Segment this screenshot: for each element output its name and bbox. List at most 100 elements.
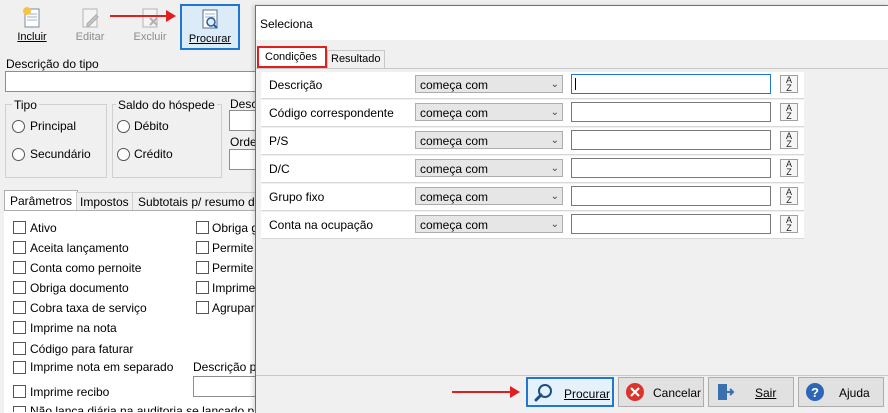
tab-condicoes[interactable]: Condições [257, 46, 327, 68]
imprime-right-checkbox[interactable] [196, 281, 209, 294]
imprime-recibo-checkbox[interactable] [13, 385, 26, 398]
sort-az-icon[interactable]: AZ [780, 215, 798, 233]
imprime-nota-checkbox[interactable] [13, 321, 26, 334]
tab-parametros[interactable]: Parâmetros [4, 190, 78, 211]
chevron-down-icon: ⌄ [550, 135, 559, 146]
descricao-pa-label: Descrição pa [193, 360, 264, 374]
sort-az-icon[interactable]: AZ [780, 187, 798, 205]
red-arrow-dialog [452, 386, 520, 398]
value-input[interactable] [571, 74, 771, 94]
new-document-icon [23, 7, 40, 28]
agrupar-label: Agrupar [212, 301, 255, 315]
magnifier-icon [534, 384, 552, 402]
condition-row: P/S começa com ⌄ AZ [261, 128, 804, 155]
ativo-checkbox[interactable] [13, 221, 26, 234]
descricao-pa-input[interactable] [193, 376, 258, 397]
value-input[interactable] [571, 158, 771, 178]
saldo-debito-label: Débito [134, 119, 169, 133]
sort-az-icon[interactable]: AZ [780, 103, 798, 121]
nao-lanca-label: Não lança diária na auditoria se lançado… [30, 404, 256, 412]
ajuda-button[interactable]: ? Ajuda [798, 377, 884, 407]
sort-az-icon[interactable]: AZ [780, 159, 798, 177]
tab-subtotais[interactable]: Subtotais p/ resumo da [132, 192, 258, 210]
chevron-down-icon: ⌄ [550, 107, 559, 118]
tipo-secundario-radio[interactable] [12, 148, 25, 161]
cobra-taxa-checkbox[interactable] [13, 301, 26, 314]
codigo-faturar-label: Código para faturar [30, 342, 134, 356]
text-caret [575, 78, 576, 90]
condition-row: Conta na ocupação começa com ⌄ AZ [261, 212, 804, 239]
procurar-toolbar-button[interactable]: Procurar [180, 4, 240, 50]
condition-label: Código correspondente [269, 106, 394, 120]
codigo-faturar-checkbox[interactable] [13, 342, 26, 355]
desc-partial-label: Desc [230, 97, 258, 111]
aceita-lancamento-checkbox[interactable] [13, 241, 26, 254]
cancel-icon [626, 383, 644, 401]
edit-document-icon [82, 8, 99, 28]
saldo-credito-label: Crédito [134, 147, 173, 161]
imprime-nota-separado-checkbox[interactable] [13, 361, 26, 374]
sort-az-icon[interactable]: AZ [780, 75, 798, 93]
value-input[interactable] [571, 102, 771, 122]
condition-row: D/C começa com ⌄ AZ [261, 156, 804, 183]
orde-partial-input[interactable] [229, 149, 258, 170]
sair-button[interactable]: Sair [708, 377, 794, 407]
permite-e-checkbox[interactable] [196, 241, 209, 254]
tab-resultado[interactable]: Resultado [327, 50, 385, 68]
chevron-down-icon: ⌄ [550, 163, 559, 174]
procurar-button[interactable]: Procurar [526, 377, 614, 407]
tipo-group [5, 104, 107, 178]
imprime-recibo-label: Imprime recibo [30, 385, 110, 399]
orde-partial-label: Orde [230, 135, 257, 149]
operator-select[interactable]: começa com ⌄ [415, 187, 563, 205]
obriga-g-label: Obriga g [212, 221, 259, 235]
operator-select[interactable]: começa com ⌄ [415, 103, 563, 121]
descricao-tipo-label: Descrição do tipo [6, 57, 99, 71]
chevron-down-icon: ⌄ [550, 219, 559, 230]
editar-button[interactable]: Editar [62, 4, 118, 48]
ativo-label: Ativo [30, 221, 57, 235]
condition-label: Conta na ocupação [269, 218, 374, 232]
agrupar-checkbox[interactable] [196, 301, 209, 314]
seleciona-dialog: Seleciona Condições Resultado Descrição … [255, 5, 888, 413]
main-toolbar: Incluir Editar Excluir Procurar [0, 0, 256, 50]
saldo-label: Saldo do hóspede [116, 98, 217, 112]
cancelar-button[interactable]: Cancelar [618, 377, 704, 407]
cobra-taxa-label: Cobra taxa de serviço [30, 301, 147, 315]
nao-lanca-checkbox[interactable] [13, 406, 26, 412]
conta-pernoite-label: Conta como pernoite [30, 261, 142, 275]
exit-door-icon [718, 384, 735, 400]
tab-impostos[interactable]: Impostos [76, 192, 134, 210]
desc-partial-input[interactable] [229, 110, 258, 131]
dialog-title-bar: Seleciona [256, 6, 888, 40]
condition-row: Descrição começa com ⌄ AZ [261, 72, 804, 99]
obriga-documento-checkbox[interactable] [13, 281, 26, 294]
permite-s-checkbox[interactable] [196, 261, 209, 274]
operator-select[interactable]: começa com ⌄ [415, 131, 563, 149]
obriga-documento-label: Obriga documento [30, 281, 129, 295]
incluir-button[interactable]: Incluir [4, 4, 60, 48]
obriga-g-checkbox[interactable] [196, 221, 209, 234]
chevron-down-icon: ⌄ [550, 79, 559, 90]
sort-az-icon[interactable]: AZ [780, 131, 798, 149]
descricao-tipo-input[interactable] [5, 71, 257, 92]
bottom-cut-row: Não lança diária na auditoria se lançado… [12, 404, 256, 412]
saldo-debito-radio[interactable] [117, 120, 130, 133]
condition-row: Código correspondente começa com ⌄ AZ [261, 100, 804, 127]
red-arrow-toolbar [110, 10, 176, 22]
conta-pernoite-checkbox[interactable] [13, 261, 26, 274]
operator-select[interactable]: começa com ⌄ [415, 159, 563, 177]
help-icon: ? [806, 383, 824, 401]
condition-label: Grupo fixo [269, 190, 325, 204]
saldo-credito-radio[interactable] [117, 148, 130, 161]
imprime-nota-label: Imprime na nota [30, 321, 117, 335]
value-input[interactable] [571, 186, 771, 206]
operator-select[interactable]: começa com ⌄ [415, 75, 563, 93]
operator-select[interactable]: começa com ⌄ [415, 215, 563, 233]
value-input[interactable] [571, 130, 771, 150]
value-input[interactable] [571, 214, 771, 234]
tipo-principal-radio[interactable] [12, 120, 25, 133]
search-document-icon [202, 9, 218, 29]
imprime-right-label: Imprime [212, 281, 256, 295]
aceita-lancamento-label: Aceita lançamento [30, 241, 129, 255]
